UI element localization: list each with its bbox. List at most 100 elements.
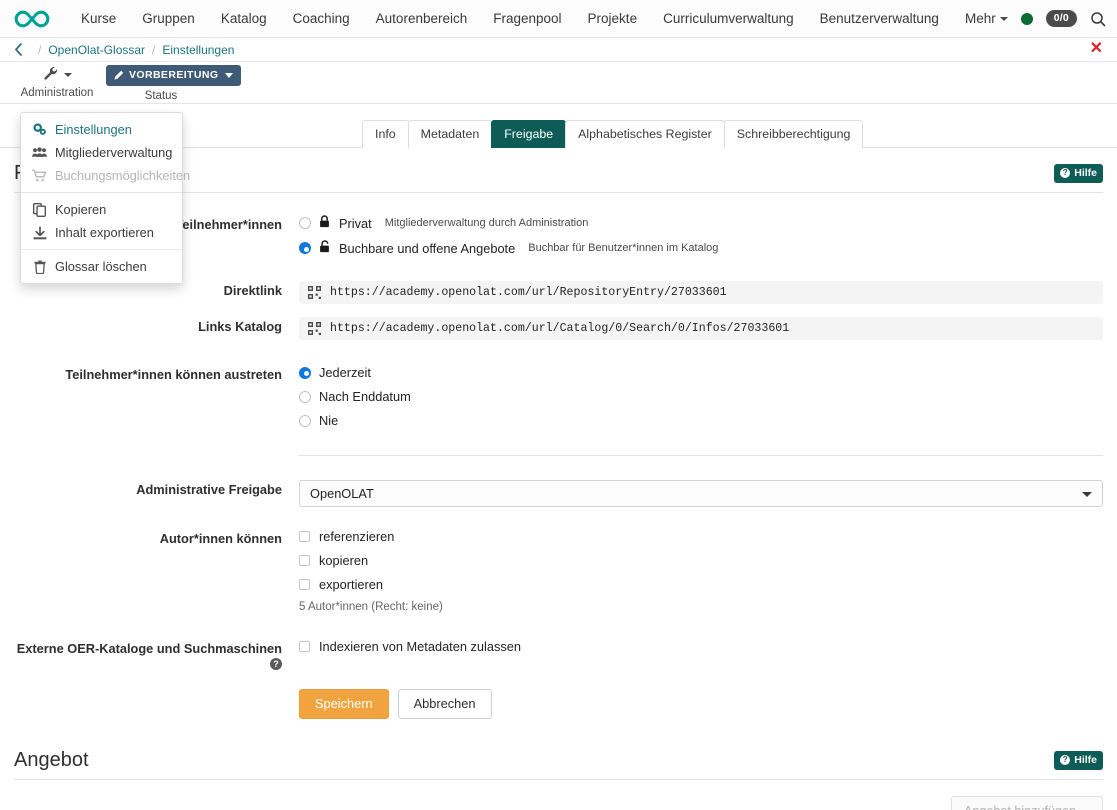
radio-indicator bbox=[299, 217, 311, 229]
help-button-label: Hilfe bbox=[1074, 167, 1097, 179]
field-austreten: Teilnehmer*innen können austreten Jederz… bbox=[14, 365, 1103, 437]
radio-privat[interactable]: Privat Mitgliederverwaltung durch Admini… bbox=[299, 215, 1103, 231]
cancel-button[interactable]: Abbrechen bbox=[397, 689, 492, 719]
nav-item-curriculumverwaltung[interactable]: Curriculumverwaltung bbox=[650, 3, 807, 34]
add-angebot-label: Angebot hinzufügen bbox=[964, 804, 1076, 810]
radio-buchbare-offene-angebote[interactable]: Buchbare und offene Angebote Buchbar für… bbox=[299, 240, 1103, 256]
radio-jederzeit[interactable]: Jederzeit bbox=[299, 365, 1103, 380]
top-navbar: Kurse Gruppen Katalog Coaching Autorenbe… bbox=[0, 0, 1117, 38]
radio-privat-label: Privat bbox=[339, 215, 372, 231]
chevron-down-icon bbox=[225, 72, 234, 78]
angebot-section-header: Angebot ? Hilfe bbox=[14, 749, 1103, 780]
radio-indicator bbox=[299, 366, 311, 379]
radio-buchbare-label: Buchbare und offene Angebote bbox=[339, 240, 516, 256]
checkbox-referenzieren[interactable]: referenzieren bbox=[299, 529, 1103, 544]
administration-dropdown-menu: Einstellungen Mitgliederverwaltung Buchu… bbox=[20, 112, 190, 284]
breadcrumb-separator: / bbox=[152, 42, 156, 57]
breadcrumb-item-einstellungen[interactable]: Einstellungen bbox=[162, 43, 234, 57]
radio-nie-label: Nie bbox=[319, 413, 339, 428]
wrench-icon bbox=[14, 66, 100, 83]
tab-schreibberechtigung[interactable]: Schreibberechtigung bbox=[723, 120, 864, 148]
nav-item-katalog[interactable]: Katalog bbox=[208, 3, 280, 34]
nav-item-coaching[interactable]: Coaching bbox=[280, 3, 363, 34]
administrative-freigabe-select[interactable]: OpenOLAT bbox=[299, 480, 1103, 507]
assessment-counter-badge[interactable]: 0/0 bbox=[1045, 10, 1077, 27]
field-label-direktlink: Direktlink bbox=[223, 283, 282, 298]
checkbox-exportieren[interactable]: exportieren bbox=[299, 577, 1103, 592]
direktlink-box[interactable]: https://academy.openolat.com/url/Reposit… bbox=[299, 281, 1103, 304]
help-button-angebot[interactable]: ? Hilfe bbox=[1054, 751, 1103, 770]
checkbox-referenzieren-label: referenzieren bbox=[319, 529, 395, 544]
nav-item-kurse[interactable]: Kurse bbox=[68, 3, 129, 34]
tab-metadaten[interactable]: Metadaten bbox=[407, 120, 493, 148]
radio-nach-enddatum-label: Nach Enddatum bbox=[319, 389, 411, 404]
nav-mehr-label: Mehr bbox=[964, 11, 996, 26]
checkbox-indicator bbox=[299, 531, 310, 542]
infinity-logo[interactable] bbox=[14, 0, 50, 38]
context-toolbar: Administration VORBEREITUNG Status bbox=[0, 62, 1117, 104]
question-circle-icon: ? bbox=[1060, 168, 1071, 178]
divider bbox=[299, 455, 1103, 456]
tab-info[interactable]: Info bbox=[362, 120, 409, 148]
radio-indicator bbox=[299, 414, 311, 427]
nav-item-projekte[interactable]: Projekte bbox=[575, 3, 651, 34]
nav-item-mehr[interactable]: Mehr bbox=[952, 3, 1021, 34]
trash-icon bbox=[32, 260, 47, 274]
qr-code-icon[interactable] bbox=[308, 286, 321, 299]
checkbox-indicator bbox=[299, 641, 310, 652]
search-icon[interactable] bbox=[1090, 11, 1106, 27]
checkbox-exportieren-label: exportieren bbox=[319, 577, 384, 592]
nav-item-autorenbereich[interactable]: Autorenbereich bbox=[363, 3, 481, 34]
radio-nach-enddatum[interactable]: Nach Enddatum bbox=[299, 389, 1103, 404]
menu-item-kopieren[interactable]: Kopieren bbox=[21, 198, 182, 221]
field-label-autorinnen-koennen: Autor*innen können bbox=[159, 531, 282, 546]
menu-item-glossar-loeschen[interactable]: Glossar löschen bbox=[21, 255, 182, 278]
divider-spacer bbox=[14, 437, 299, 480]
field-label-links-katalog: Links Katalog bbox=[198, 319, 282, 334]
menu-item-einstellungen[interactable]: Einstellungen bbox=[21, 118, 182, 141]
administrative-freigabe-value: OpenOLAT bbox=[310, 486, 374, 501]
breadcrumb-back-icon[interactable] bbox=[14, 43, 23, 56]
checkbox-indicator bbox=[299, 555, 310, 566]
nav-item-gruppen[interactable]: Gruppen bbox=[129, 3, 208, 34]
question-circle-icon[interactable]: ? bbox=[270, 658, 282, 670]
presence-status-icon[interactable] bbox=[1020, 12, 1033, 25]
lock-closed-icon bbox=[319, 215, 330, 231]
qr-code-icon[interactable] bbox=[308, 322, 321, 335]
radio-indicator bbox=[299, 242, 311, 254]
main-nav: Kurse Gruppen Katalog Coaching Autorenbe… bbox=[68, 3, 1021, 34]
chevron-down-icon bbox=[1082, 492, 1092, 497]
users-icon bbox=[32, 147, 47, 158]
status-badge-label: VORBEREITUNG bbox=[129, 69, 219, 81]
save-button[interactable]: Speichern bbox=[299, 689, 389, 719]
checkbox-kopieren[interactable]: kopieren bbox=[299, 553, 1103, 568]
checkbox-indexieren-label: Indexieren von Metadaten zulassen bbox=[319, 639, 522, 654]
close-icon[interactable]: ✕ bbox=[1090, 41, 1103, 57]
pencil-icon bbox=[114, 70, 124, 80]
copy-icon bbox=[32, 202, 47, 217]
tab-alphabetisches-register[interactable]: Alphabetisches Register bbox=[565, 120, 725, 148]
menu-item-inhalt-exportieren[interactable]: Inhalt exportieren bbox=[21, 221, 182, 244]
breadcrumb-separator: / bbox=[38, 42, 42, 57]
field-direktlink: Direktlink https://academy.openolat.com/… bbox=[14, 281, 1103, 317]
links-katalog-box[interactable]: https://academy.openolat.com/url/Catalog… bbox=[299, 317, 1103, 340]
tab-freigabe[interactable]: Freigabe bbox=[491, 120, 567, 148]
status-badge[interactable]: VORBEREITUNG bbox=[106, 65, 242, 86]
menu-item-mitgliederverwaltung[interactable]: Mitgliederverwaltung bbox=[21, 141, 182, 164]
nav-item-benutzerverwaltung[interactable]: Benutzerverwaltung bbox=[807, 3, 952, 34]
administration-tool-button[interactable]: Administration bbox=[14, 62, 100, 99]
checkbox-indicator bbox=[299, 579, 310, 590]
download-icon bbox=[32, 226, 47, 240]
chevron-down-icon bbox=[999, 17, 1008, 22]
status-tool-label: Status bbox=[144, 90, 178, 102]
checkbox-indexieren-metadaten[interactable]: Indexieren von Metadaten zulassen bbox=[299, 639, 1103, 654]
radio-indicator bbox=[299, 390, 311, 403]
help-button[interactable]: ? Hilfe bbox=[1054, 164, 1103, 183]
nav-item-fragenpool[interactable]: Fragenpool bbox=[480, 3, 574, 34]
breadcrumb: / OpenOlat-Glossar / Einstellungen ✕ bbox=[0, 38, 1117, 62]
add-angebot-button[interactable]: Angebot hinzufügen bbox=[950, 796, 1103, 810]
authors-count-hint: 5 Autor*innen (Recht: keine) bbox=[299, 601, 443, 613]
form-actions-row: Speichern Abbrechen bbox=[14, 671, 1103, 719]
radio-nie[interactable]: Nie bbox=[299, 413, 1103, 428]
breadcrumb-item-glossar[interactable]: OpenOlat-Glossar bbox=[48, 43, 145, 57]
